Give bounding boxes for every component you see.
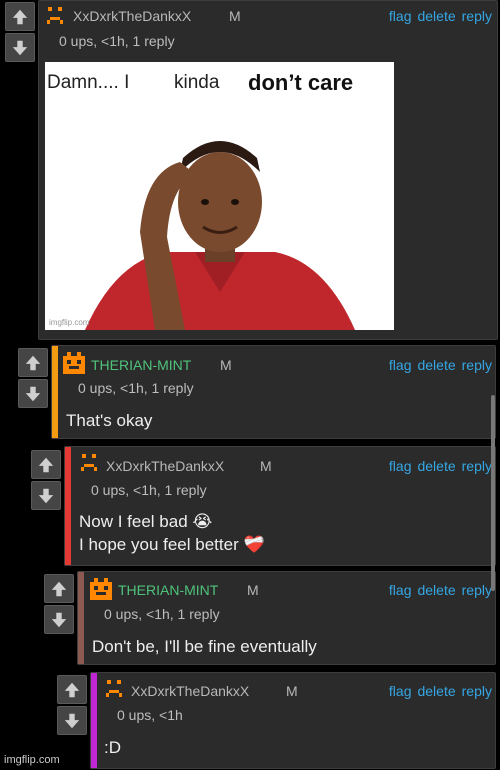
upvote-button[interactable] <box>31 450 61 479</box>
flag-link[interactable]: flag <box>389 582 412 598</box>
meme-watermark: imgflip.com <box>49 318 90 327</box>
avatar-sad-face-icon[interactable] <box>103 677 125 699</box>
thread-accent-bar <box>65 447 71 565</box>
thread-accent-bar <box>52 346 58 438</box>
comment-actions: flag delete reply <box>383 357 492 373</box>
username[interactable]: THERIAN-MINT <box>118 582 218 598</box>
site-watermark: imgflip.com <box>4 754 60 766</box>
comment-text-line-1: Now I feel bad 😭 <box>79 512 213 531</box>
mod-badge: M <box>229 8 241 24</box>
downvote-icon <box>11 39 29 57</box>
delete-link[interactable]: delete <box>417 683 455 699</box>
thread-accent-bar <box>78 572 84 664</box>
downvote-button[interactable] <box>44 605 74 634</box>
thread-accent-bar <box>91 673 97 768</box>
vote-controls-1 <box>5 2 35 62</box>
flag-link[interactable]: flag <box>389 8 412 24</box>
downvote-icon <box>37 487 55 505</box>
upvote-icon <box>50 580 68 598</box>
comment-text: Don't be, I'll be fine eventually <box>92 637 317 656</box>
downvote-icon <box>50 611 68 629</box>
mod-badge: M <box>260 458 272 474</box>
comment-actions: flag delete reply <box>383 683 492 699</box>
comment-text: That's okay <box>66 411 153 430</box>
comment-meta: 0 ups, <1h, 1 reply <box>104 606 220 622</box>
delete-link[interactable]: delete <box>417 458 455 474</box>
flag-link[interactable]: flag <box>389 357 412 373</box>
delete-link[interactable]: delete <box>417 582 455 598</box>
reply-link[interactable]: reply <box>462 582 492 598</box>
upvote-button[interactable] <box>57 675 87 704</box>
avatar-sad-face-icon[interactable] <box>78 451 100 473</box>
comment-meta: 0 ups, <1h, 1 reply <box>59 33 175 49</box>
vote-controls-5 <box>57 675 87 735</box>
avatar-cat-face-icon[interactable] <box>63 352 85 374</box>
comment-actions: flag delete reply <box>383 582 492 598</box>
flag-link[interactable]: flag <box>389 683 412 699</box>
comment-actions: flag delete reply <box>383 458 492 474</box>
username[interactable]: XxDxrkTheDankxX <box>131 683 249 699</box>
username[interactable]: XxDxrkTheDankxX <box>73 8 191 24</box>
upvote-button[interactable] <box>5 2 35 31</box>
mod-badge: M <box>286 683 298 699</box>
delete-link[interactable]: delete <box>417 357 455 373</box>
meme-image[interactable]: Damn.... I kinda don’t care imgflip.com <box>45 62 394 330</box>
mod-badge: M <box>247 582 259 598</box>
downvote-icon <box>24 385 42 403</box>
reply-link[interactable]: reply <box>462 357 492 373</box>
meme-kid-illustration <box>85 141 355 330</box>
upvote-icon <box>24 354 42 372</box>
vote-controls-4 <box>44 574 74 634</box>
reply-link[interactable]: reply <box>462 683 492 699</box>
comment-actions: flag delete reply <box>383 8 492 24</box>
comment-meta: 0 ups, <1h <box>117 707 183 723</box>
upvote-icon <box>63 681 81 699</box>
avatar-cat-face-icon[interactable] <box>90 578 112 600</box>
vote-controls-3 <box>31 450 61 510</box>
username[interactable]: XxDxrkTheDankxX <box>106 458 224 474</box>
downvote-button[interactable] <box>57 706 87 735</box>
comment-meta: 0 ups, <1h, 1 reply <box>78 380 194 396</box>
avatar-sad-face-icon[interactable] <box>44 4 66 26</box>
upvote-icon <box>37 456 55 474</box>
downvote-icon <box>63 712 81 730</box>
downvote-button[interactable] <box>18 379 48 408</box>
username[interactable]: THERIAN-MINT <box>91 357 191 373</box>
scrollbar-thumb[interactable] <box>491 395 495 591</box>
flag-link[interactable]: flag <box>389 458 412 474</box>
mod-badge: M <box>220 357 232 373</box>
comment-meta: 0 ups, <1h, 1 reply <box>91 482 207 498</box>
reply-link[interactable]: reply <box>462 8 492 24</box>
downvote-button[interactable] <box>31 481 61 510</box>
upvote-icon <box>11 8 29 26</box>
reply-link[interactable]: reply <box>462 458 492 474</box>
vote-controls-2 <box>18 348 48 408</box>
comment-text: :D <box>104 738 121 757</box>
upvote-button[interactable] <box>18 348 48 377</box>
delete-link[interactable]: delete <box>417 8 455 24</box>
downvote-button[interactable] <box>5 33 35 62</box>
comment-text-line-2: I hope you feel better ❤️‍🩹 <box>79 535 265 554</box>
upvote-button[interactable] <box>44 574 74 603</box>
